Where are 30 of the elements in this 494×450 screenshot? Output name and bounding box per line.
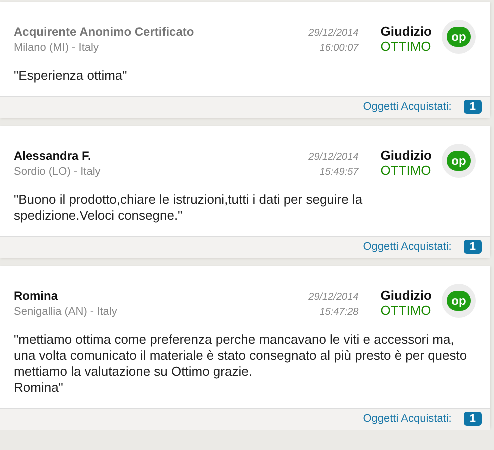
review-time: 15:49:57 <box>320 167 359 178</box>
rating-value: OTTIMO <box>380 303 432 318</box>
review-date: 29/12/2014 <box>308 292 359 303</box>
reviewer-location: Senigallia (AN) - Italy <box>14 306 118 318</box>
review-message: "Buono il prodotto,chiare le istruzioni,tutti i dati per seguire la spedizione.Veloci consegne." <box>13 191 364 225</box>
rating-label: Giudizio <box>380 148 432 163</box>
reviewer-name: Acquirente Anonimo Certificato <box>14 25 196 39</box>
items-count-badge: 1 <box>464 100 482 114</box>
items-count-badge: 1 <box>464 240 482 254</box>
review-time: 15:47:28 <box>320 307 359 318</box>
rating-logo-icon: op <box>442 20 476 54</box>
review-time: 16:00:07 <box>320 43 359 54</box>
rating-label: Giudizio <box>380 288 432 303</box>
rating-value: OTTIMO <box>380 39 432 54</box>
items-purchased-link[interactable]: Oggetti Acquistati: <box>363 101 452 113</box>
review-date: 29/12/2014 <box>308 152 359 163</box>
items-purchased-link[interactable]: Oggetti Acquistati: <box>363 241 452 253</box>
review-date: 29/12/2014 <box>308 28 359 39</box>
review-message: "Esperienza ottima" <box>13 67 128 85</box>
items-count-badge: 1 <box>464 412 482 426</box>
rating-logo-icon: op <box>442 284 476 318</box>
reviewer-name: Alessandra F. <box>14 149 92 163</box>
reviewer-name: Romina <box>14 289 60 303</box>
reviewer-location: Milano (MI) - Italy <box>14 42 100 54</box>
rating-logo-icon: op <box>442 144 476 178</box>
items-purchased-link[interactable]: Oggetti Acquistati: <box>363 413 452 425</box>
rating-label: Giudizio <box>380 24 432 39</box>
rating-value: OTTIMO <box>380 163 432 178</box>
reviewer-location: Sordio (LO) - Italy <box>14 166 102 178</box>
review-message: "mettiamo ottima come preferenza perche mancavano le viti e accessori ma, una volta comunicato il materiale è stato consegnato al più presto è per questo mettiamo la valutazione su Ottimo grazie. Romina" <box>13 331 468 397</box>
